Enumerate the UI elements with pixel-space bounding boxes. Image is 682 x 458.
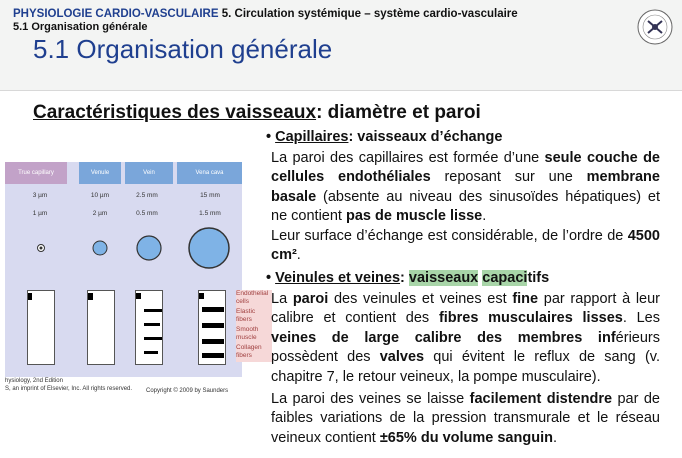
chapter-label: 5. Circulation systémique – système card…: [221, 8, 518, 20]
fig-legend: Endothelial cells Elastic fibers Smooth …: [236, 290, 272, 362]
fig-caption-source-1: hysiology, 2nd Edition: [5, 378, 63, 384]
vein-cross-section: [136, 235, 162, 261]
capillaires-paragraph-2: Leur surface d’échange est considérable,…: [271, 227, 660, 266]
course-header: PHYSIOLOGIE CARDIO-VASCULAIRE 5. Circula…: [13, 8, 518, 20]
text-run: .: [552, 429, 557, 446]
highlight-vaisseaux: vaisseaux: [408, 270, 479, 286]
text-run: .: [482, 208, 487, 225]
course-label: PHYSIOLOGIE CARDIO-VASCULAIRE: [13, 8, 219, 20]
text-run: ér: [615, 329, 629, 346]
vein-wall-strip: [135, 290, 163, 365]
legend-smooth-muscle: Smooth muscle: [236, 326, 259, 341]
capillaires-paragraph-1: La paroi des capillaires est formée d’un…: [271, 149, 660, 227]
slide-title: 5.1 Organisation générale: [33, 34, 333, 64]
bullet-veines: • Veinules et veines: vaisseaux capaciti…: [266, 270, 550, 286]
fig-lumen-capillary: 3 µm: [32, 192, 48, 199]
text-run: . Les: [622, 310, 660, 327]
fig-col-vein: Vein: [125, 162, 173, 184]
section-label: 5.1 Organisation générale: [13, 21, 148, 33]
vena-cava-wall-strip: [198, 290, 226, 365]
text-run: .: [296, 247, 301, 264]
fig-wall-vena-cava: 1.5 mm: [199, 210, 221, 217]
text-run: La paroi des veines se laisse: [271, 391, 470, 407]
capillary-wall-strip: [27, 290, 55, 365]
text-run-bold: valves: [379, 349, 425, 366]
venule-wall-strip: [87, 290, 115, 365]
fig-col-vena-cava: Vena cava: [177, 162, 242, 184]
capillary-cross-section: [37, 244, 45, 252]
section-subtitle: Caractéristiques des vaisseaux: diamètre…: [33, 102, 481, 124]
veines-paragraph-2: La paroi des veines se laisse facilement…: [271, 390, 660, 448]
bullet-capillaires-term: Capillaires: [275, 129, 349, 145]
fig-caption-copyright: Copyright © 2009 by Saunders: [146, 388, 229, 394]
legend-elastic: Elastic fibers: [236, 308, 256, 323]
bullet-veines-colon: :: [400, 270, 409, 286]
fig-wall-vein: 0.5 mm: [136, 210, 158, 217]
fig-col-capillary: True capillary: [5, 162, 67, 184]
fig-cross-sections: [37, 227, 230, 269]
fig-wall-capillary: 1 µm: [32, 210, 48, 217]
university-seal-icon: [637, 9, 673, 45]
legend-endothelial: Endothelial cells: [236, 290, 269, 305]
text-run: La: [271, 291, 293, 307]
fig-col-venule: Venule: [79, 162, 121, 184]
veines-paragraph-1: La paroi des veinules et veines est fine…: [271, 290, 660, 387]
subtitle-rest: : diamètre et paroi: [316, 102, 481, 123]
text-run-bold: ±65% du volume sanguin: [379, 429, 553, 446]
highlight-capaci: capaci: [482, 270, 528, 286]
fig-lumen-vein: 2.5 mm: [136, 192, 158, 199]
text-run-bold: fibres musculaires lisses: [438, 310, 623, 327]
text-run: des veinules et veines est: [328, 291, 513, 307]
fig-wall-venule: 2 µm: [92, 210, 108, 217]
vessel-figure: True capillary Venule Vein Vena cava 3 µ…: [5, 162, 242, 377]
bullet-veines-end: tifs: [527, 270, 550, 286]
text-run-bold: veines de large calibre des membres inf: [271, 329, 616, 346]
text-run: reposant sur une: [430, 169, 587, 186]
bullet-capillaires: • Capillaires: vaisseaux d’échange: [266, 129, 503, 145]
text-run-bold: paroi: [292, 291, 329, 307]
legend-collagen: Collagen fibers: [236, 344, 262, 359]
fig-caption-source-2: S, an imprint of Elsevier, Inc. All righ…: [5, 386, 133, 392]
text-run-bold: facilement distendre: [469, 391, 613, 407]
bullet-veines-term: Veinules et veines: [275, 270, 401, 286]
fig-lumen-venule: 10 µm: [90, 192, 110, 199]
subtitle-underlined: Caractéristiques des vaisseaux: [33, 102, 317, 123]
fig-lumen-vena-cava: 15 mm: [200, 192, 220, 199]
text-run-bold: fine: [512, 291, 539, 307]
bullet-capillaires-rest: : vaisseaux d’échange: [348, 129, 503, 145]
text-run-bold: pas de muscle lisse: [345, 208, 483, 225]
text-run: La paroi des capillaires est formée d’un…: [271, 150, 545, 166]
text-run: Leur surface d’échange est considérable,…: [271, 228, 628, 244]
vena-cava-cross-section: [188, 227, 230, 269]
venule-cross-section: [92, 240, 108, 256]
